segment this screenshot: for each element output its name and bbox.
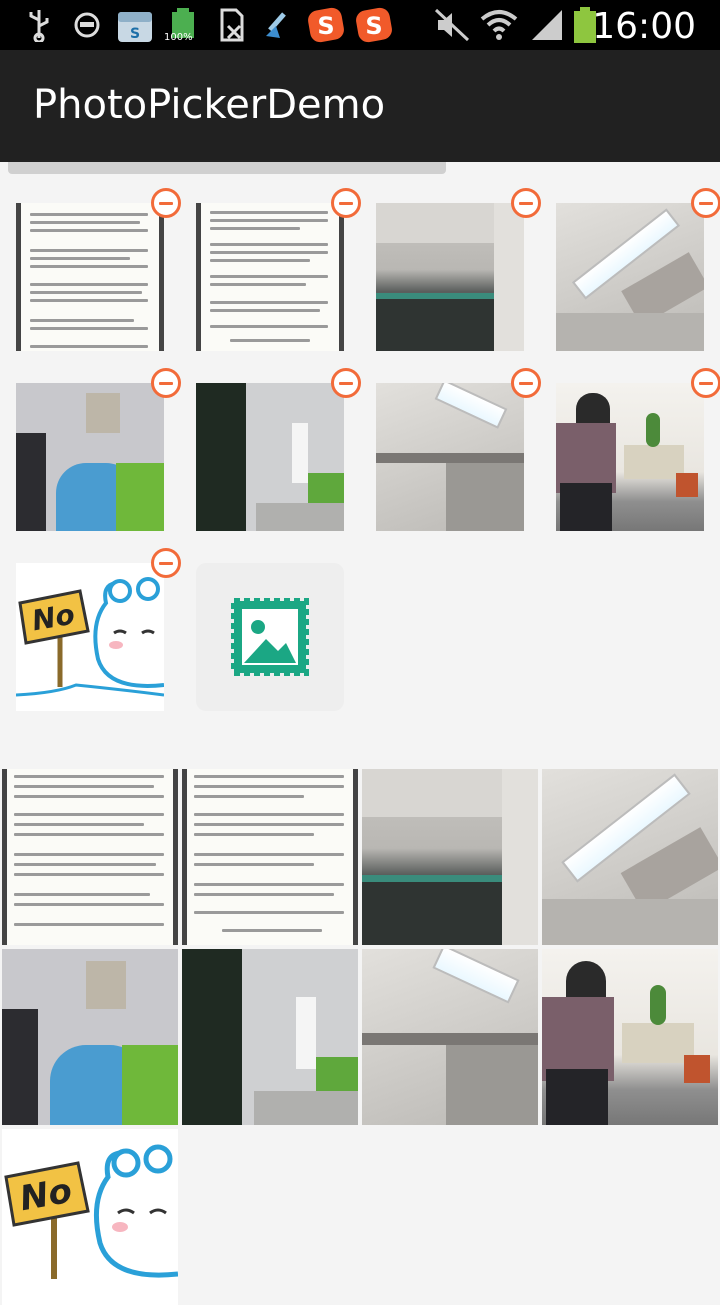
- svg-text:S: S: [130, 26, 140, 42]
- selected-photo[interactable]: [16, 203, 164, 351]
- app-title: PhotoPickerDemo: [33, 82, 386, 128]
- battery-label: 100%: [164, 32, 193, 43]
- selected-photo[interactable]: [196, 383, 344, 531]
- preview-photo[interactable]: [362, 769, 538, 945]
- svg-text:S: S: [365, 12, 382, 40]
- remove-circle-icon[interactable]: [331, 188, 361, 218]
- preview-photo[interactable]: [362, 949, 538, 1125]
- selected-photo[interactable]: [376, 383, 524, 531]
- scroll-indicator: [8, 162, 446, 174]
- selected-photo[interactable]: [556, 383, 704, 531]
- download-icon: [262, 8, 292, 42]
- remove-circle-icon[interactable]: [511, 368, 541, 398]
- usb-icon: [26, 8, 52, 42]
- remove-circle-icon[interactable]: [151, 368, 181, 398]
- preview-photo[interactable]: [542, 769, 718, 945]
- svg-text:S: S: [317, 12, 334, 40]
- remove-circle-icon[interactable]: [151, 188, 181, 218]
- preview-photo[interactable]: [542, 949, 718, 1125]
- remove-circle-icon[interactable]: [511, 188, 541, 218]
- selected-photo[interactable]: No: [16, 563, 164, 711]
- action-bar: PhotoPickerDemo: [0, 50, 720, 162]
- preview-photo[interactable]: [182, 769, 358, 945]
- selected-photo[interactable]: [196, 203, 344, 351]
- remove-circle-icon[interactable]: [691, 188, 720, 218]
- sim-off-icon: [216, 8, 246, 42]
- preview-photo[interactable]: [2, 949, 178, 1125]
- remove-circle-icon[interactable]: [691, 368, 720, 398]
- battery-app-icon: 100%: [164, 8, 198, 43]
- store-icon: S: [116, 8, 154, 42]
- wifi-icon: [480, 8, 518, 42]
- status-bar: S 100% S S 16:00: [0, 0, 720, 50]
- preview-photo[interactable]: No: [2, 1129, 178, 1305]
- preview-photo[interactable]: [2, 769, 178, 945]
- remove-circle-icon[interactable]: [331, 368, 361, 398]
- add-photo-button[interactable]: [196, 563, 344, 711]
- add-image-icon: [230, 597, 310, 677]
- app-s-icon: S: [354, 7, 394, 43]
- remove-circle-icon[interactable]: [151, 548, 181, 578]
- signal-icon: [530, 8, 564, 42]
- mute-icon: [434, 8, 470, 42]
- app-s-icon: S: [306, 7, 346, 43]
- selected-photo[interactable]: [16, 383, 164, 531]
- sync-icon: [72, 8, 102, 42]
- clock: 16:00: [592, 6, 696, 47]
- selected-photo[interactable]: [376, 203, 524, 351]
- preview-photo[interactable]: [182, 949, 358, 1125]
- selected-photo[interactable]: [556, 203, 704, 351]
